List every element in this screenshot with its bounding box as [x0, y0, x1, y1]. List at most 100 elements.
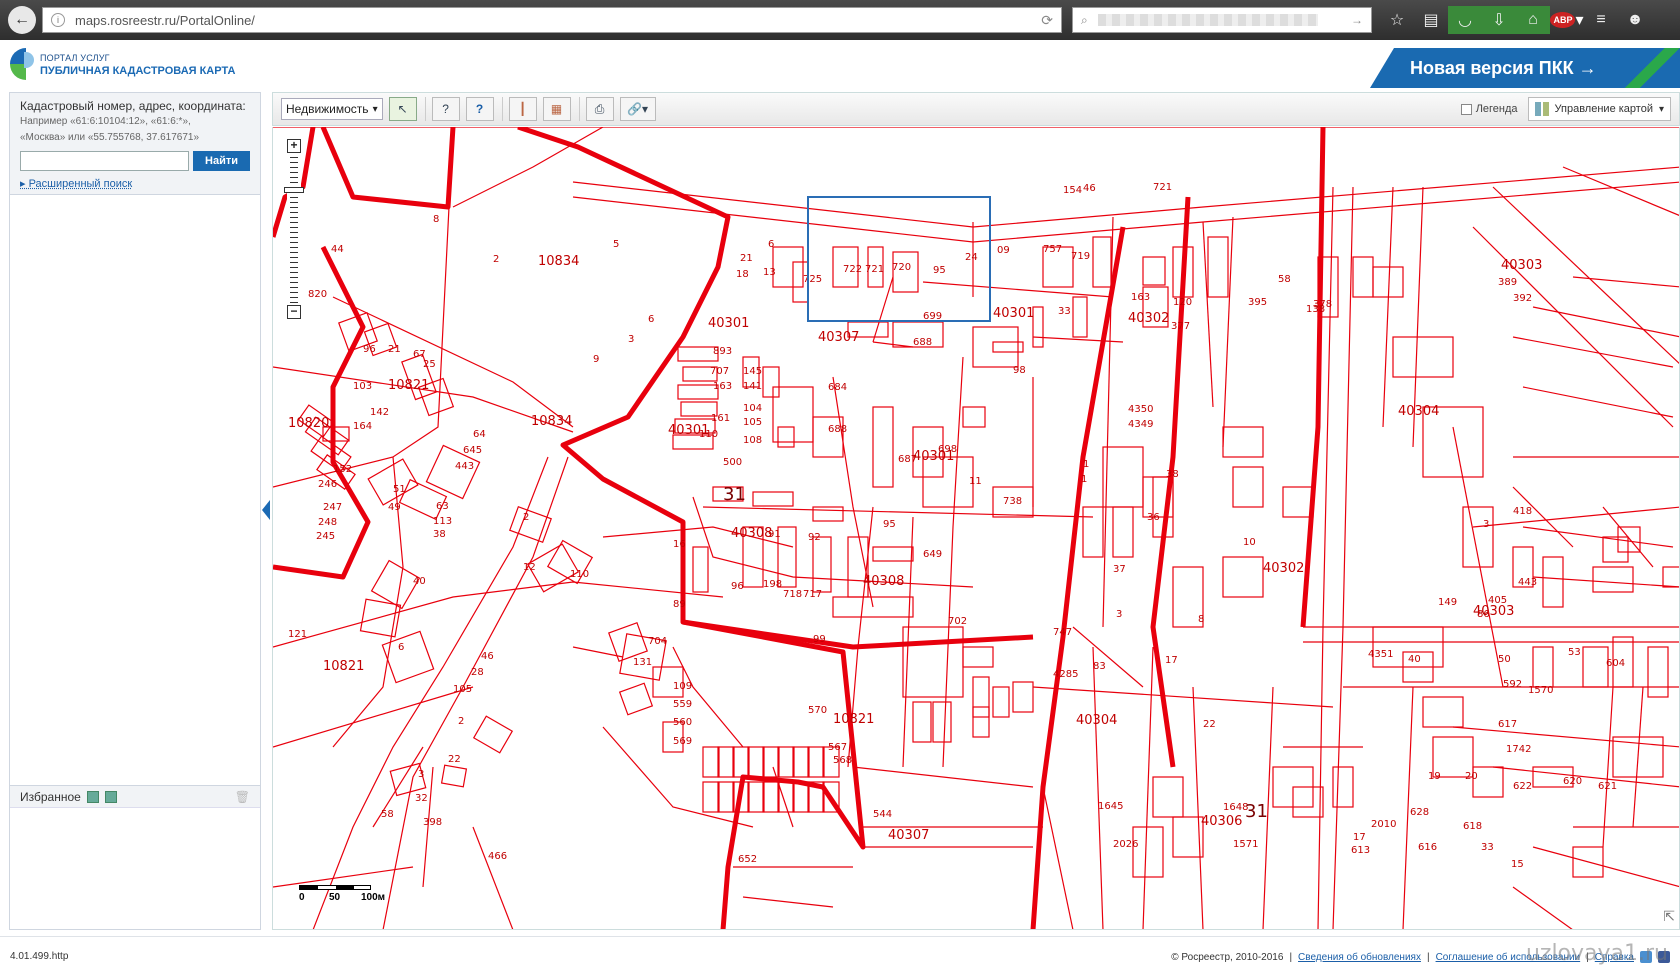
select-icon[interactable]: ↖	[388, 97, 417, 121]
parcel-label: 20	[1465, 771, 1478, 782]
parcel-label: 2	[458, 716, 464, 727]
parcel-line	[1142, 646, 1154, 929]
parcel-line	[942, 356, 964, 768]
resize-icon[interactable]: ⇱	[1663, 908, 1675, 925]
search-label: Кадастровый номер, адрес, координата:	[20, 99, 246, 113]
parcel-line	[1382, 186, 1394, 428]
parcel-building	[1292, 786, 1324, 818]
parcel-label: 16	[673, 539, 686, 550]
parcel-building	[792, 746, 810, 778]
parcel-label: 38	[433, 529, 446, 540]
parcel-label: 6	[398, 642, 404, 653]
cadastral-map[interactable]: 8 2 10834 5 44 820 40301 6 3 9 96 21 67 25 103 10821 142…	[272, 127, 1680, 930]
parcel-label: 13	[763, 267, 776, 278]
reload-icon[interactable]: ⟳	[1041, 12, 1053, 29]
parcel-line	[1632, 686, 1644, 828]
parcel-label: 40307	[818, 330, 859, 345]
parcel-label: 6	[768, 239, 774, 250]
measure-length-icon[interactable]: ┃	[508, 97, 537, 121]
zoom-thumb[interactable]	[284, 187, 304, 193]
rosreestr-logo[interactable]	[10, 48, 36, 80]
print-icon[interactable]: ⎙	[585, 97, 614, 121]
home-icon[interactable]: ⌂	[1516, 6, 1550, 34]
parcel-label: 466	[488, 851, 507, 862]
advanced-search-link[interactable]: Расширенный поиск	[20, 177, 250, 190]
parcel-building	[381, 630, 435, 684]
parcel-label: 622	[1513, 781, 1532, 792]
layer-select[interactable]: Недвижимость	[281, 98, 383, 120]
back-arrow-icon[interactable]: ←	[8, 6, 36, 34]
parcel-label: 110	[699, 429, 718, 440]
parcel-line	[572, 166, 1679, 228]
parcel-label: 10	[1243, 537, 1256, 548]
menu-icon[interactable]: ≡	[1584, 6, 1618, 34]
star-icon[interactable]: ☆	[1380, 6, 1414, 34]
parcel-label: 620	[1563, 776, 1582, 787]
info-icon[interactable]: ?	[465, 97, 494, 121]
parcel-building	[398, 478, 448, 521]
browser-search-box[interactable]: ⌕ →	[1072, 7, 1372, 33]
parcel-label: 3	[628, 334, 634, 345]
parcel-building	[747, 746, 765, 778]
zoom-slider[interactable]: + −	[284, 139, 304, 319]
parcel-label: 721	[1153, 182, 1172, 193]
zoom-out-button[interactable]: −	[287, 305, 301, 319]
updates-link[interactable]: Сведения об обновлениях	[1298, 952, 1421, 963]
parcel-label: 567	[828, 742, 847, 753]
arrow-right-icon[interactable]: →	[1351, 13, 1363, 27]
address-bar[interactable]: i maps.rosreestr.ru/PortalOnline/ ⟳	[42, 7, 1062, 33]
quarter-boundary-line	[1030, 226, 1126, 929]
search-example-1: Например «61:6:10104:12», «61:6:*»,	[20, 116, 191, 127]
favorites-export-icon[interactable]	[104, 790, 117, 803]
parcel-line	[273, 686, 474, 748]
parcel-building	[1532, 646, 1554, 688]
parcel-building	[872, 406, 894, 488]
parcel-label: 616	[1418, 842, 1437, 853]
parcel-building	[1032, 306, 1044, 348]
parcel-label: 1645	[1098, 801, 1123, 812]
parcel-line	[852, 766, 1034, 788]
parcel-building	[932, 701, 952, 743]
parcel-label: 24	[965, 252, 978, 263]
parcel-label: 89	[673, 599, 686, 610]
legend-toggle[interactable]: Легенда	[1460, 103, 1518, 115]
zoom-in-button[interactable]: +	[287, 139, 301, 153]
parcel-label: 5	[613, 239, 619, 250]
parcel-label: 820	[308, 289, 327, 300]
parcel-building	[922, 456, 974, 508]
zoom-track[interactable]	[287, 153, 301, 305]
favorites-title: Избранное	[20, 789, 81, 804]
quarter-boundary-line	[1300, 127, 1326, 628]
reading-list-icon[interactable]: ▤	[1414, 6, 1448, 34]
parcel-label: 98	[1013, 365, 1026, 376]
parcel-building	[717, 746, 735, 778]
parcel-building	[1592, 566, 1634, 593]
parcel-label: 40306	[1201, 814, 1242, 829]
map-control-dropdown[interactable]: Управление картой	[1527, 97, 1671, 121]
browser-toolbar: ← i maps.rosreestr.ru/PortalOnline/ ⟳ ⌕ …	[0, 0, 1680, 40]
legend-checkbox[interactable]	[1460, 103, 1472, 115]
parcel-label: 247	[323, 502, 342, 513]
portal-title[interactable]: ПУБЛИЧНАЯ КАДАСТРОВАЯ КАРТА	[40, 65, 235, 77]
adblock-icon[interactable]: ABP ▾	[1550, 6, 1584, 34]
link-icon[interactable]: 🔗▾	[619, 97, 656, 121]
parcel-building	[777, 746, 795, 778]
download-icon[interactable]: ⇩	[1482, 6, 1516, 34]
smiley-icon[interactable]: ☻	[1618, 6, 1652, 34]
measure-area-icon[interactable]: ▦	[542, 97, 571, 121]
pocket-icon[interactable]: ◡	[1448, 6, 1482, 34]
map-canvas[interactable]: 82 108345448204030163996 21 6725103 10821142…	[273, 127, 1680, 930]
parcel-label: 10821	[388, 378, 429, 393]
parcel-building	[762, 366, 780, 398]
new-version-button[interactable]: Новая версия ПКК →	[1370, 48, 1680, 88]
parcel-building	[732, 746, 750, 778]
search-input[interactable]	[20, 151, 190, 171]
identify-icon[interactable]: ?	[431, 97, 460, 121]
portal-header: ПОРТАЛ УСЛУГ ПУБЛИЧНАЯ КАДАСТРОВАЯ КАРТА…	[0, 40, 1680, 88]
parcel-line	[742, 896, 834, 908]
favorites-add-icon[interactable]	[86, 790, 99, 803]
find-button[interactable]: Найти	[193, 151, 250, 171]
trash-icon[interactable]: 🗑	[235, 790, 250, 804]
collapse-panel-icon[interactable]	[262, 500, 270, 520]
info-icon[interactable]: i	[51, 13, 65, 27]
